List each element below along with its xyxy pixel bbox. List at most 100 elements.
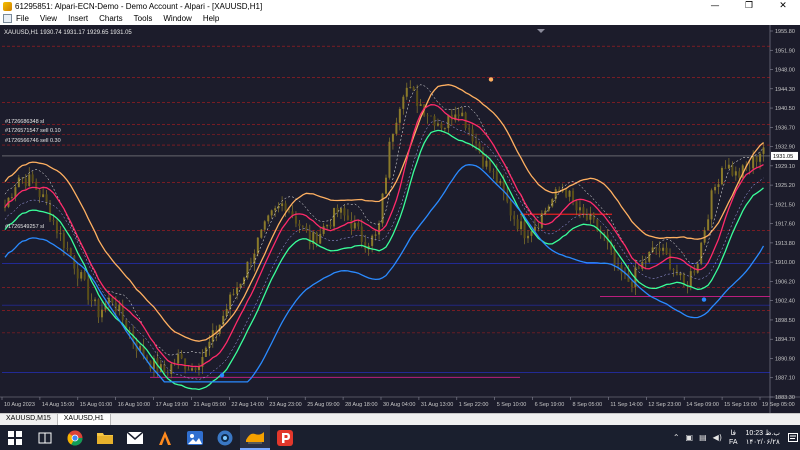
candle-body: [194, 368, 197, 371]
x-tick-label: 14 Aug 15:00: [42, 402, 74, 408]
y-tick-label: 1951.90: [775, 48, 795, 54]
x-tick-label: 11 Sep 14:00: [610, 402, 642, 408]
candle-body: [443, 128, 446, 129]
upper-dot-marker: [488, 77, 494, 82]
clipboard-icon[interactable]: ▣: [686, 433, 694, 442]
language-indicator[interactable]: فا FA: [729, 429, 738, 447]
chart-canvas[interactable]: 1955.80 1951.90 1948.00 1944.30 1940.50 1936.…: [0, 25, 800, 413]
candle-body: [177, 354, 180, 364]
menu-charts[interactable]: Charts: [99, 14, 123, 23]
start-button[interactable]: [0, 425, 30, 450]
camera-app-icon: [217, 430, 233, 445]
candle-body: [419, 104, 422, 106]
candle-body: [520, 221, 523, 230]
candle-body: [360, 226, 363, 242]
menu-help[interactable]: Help: [203, 14, 219, 23]
candle-body: [385, 177, 387, 194]
candle-body: [83, 272, 86, 280]
mail-icon: [127, 431, 143, 444]
candle-body: [52, 220, 55, 222]
candle-body: [752, 156, 755, 169]
candle-body: [42, 194, 45, 198]
candle-body: [346, 215, 349, 220]
chrome-button[interactable]: [60, 425, 90, 450]
candle-body: [204, 347, 207, 357]
clock[interactable]: 10:23 ب.ظ ۱۴۰۲/۰۶/۲۸: [746, 429, 780, 447]
alpari-icon: [246, 431, 264, 444]
candle-body: [568, 190, 571, 197]
candle-body: [457, 114, 460, 117]
candle-body: [582, 207, 585, 214]
candle-body: [630, 281, 633, 288]
metatrader-button[interactable]: [240, 425, 270, 450]
candle-body: [398, 108, 401, 123]
tab-xauusd-m15[interactable]: XAUUSD,M15: [0, 414, 58, 425]
candle-body: [329, 224, 332, 227]
candle-body: [87, 279, 90, 300]
tab-xauusd-h1[interactable]: XAUUSD,H1: [57, 414, 111, 425]
candle-body: [527, 235, 530, 239]
candle-body: [45, 194, 48, 203]
candle-body: [578, 207, 581, 211]
candle-body: [284, 203, 287, 211]
x-tick-label: 25 Aug 09:00: [307, 402, 339, 408]
chevron-up-icon[interactable]: ⌃: [673, 433, 680, 442]
x-tick-label: 1 Sep 22:00: [459, 402, 489, 408]
candle-body: [59, 233, 62, 235]
y-tick-label: 1917.60: [775, 222, 795, 228]
y-tick-label: 1936.70: [775, 125, 795, 131]
lower-dot-marker: [219, 373, 225, 378]
candle-body: [170, 364, 173, 375]
menu-tools[interactable]: Tools: [134, 14, 153, 23]
candle-body: [80, 272, 83, 279]
candle-body: [575, 201, 578, 211]
candle-body: [707, 219, 710, 231]
candle-body: [648, 251, 651, 262]
candle-body: [66, 248, 69, 249]
language-native: فا: [730, 429, 736, 437]
network-icon[interactable]: ▤: [699, 433, 707, 442]
candle-body: [24, 177, 27, 187]
letter-a-icon: [159, 430, 171, 445]
app-a-button[interactable]: [150, 425, 180, 450]
menu-file[interactable]: File: [16, 14, 29, 23]
close-button[interactable]: ✕: [766, 0, 800, 12]
candle-body: [232, 293, 235, 295]
notification-button[interactable]: [786, 425, 800, 450]
app-camera-button[interactable]: [210, 425, 240, 450]
mail-button[interactable]: [120, 425, 150, 450]
file-explorer-button[interactable]: [90, 425, 120, 450]
x-tick-label: 15 Sep 19:00: [724, 402, 757, 408]
candle-body: [748, 167, 751, 169]
y-tick-label: 1921.50: [775, 202, 795, 208]
candle-body: [35, 181, 38, 190]
mt4-app-icon: [3, 1, 12, 11]
chart-window-icon[interactable]: [3, 14, 12, 23]
y-tick-label: 1944.30: [775, 87, 795, 93]
windows-icon: [8, 430, 22, 445]
app-p-button[interactable]: [270, 425, 300, 450]
minimize-button[interactable]: —: [698, 0, 732, 12]
candle-body: [69, 248, 72, 256]
x-tick-label: 19 Sep 05:00: [762, 402, 795, 408]
candle-body: [523, 221, 526, 239]
menu-insert[interactable]: Insert: [68, 14, 88, 23]
candle-body: [374, 234, 377, 236]
x-tick-label: 17 Aug 19:00: [156, 402, 188, 408]
menu-view[interactable]: View: [40, 14, 57, 23]
app-image-button[interactable]: [180, 425, 210, 450]
speaker-icon[interactable]: ◀): [713, 433, 722, 442]
candle-body: [281, 203, 284, 207]
task-view-button[interactable]: [30, 425, 60, 450]
lower-dot-marker-2: [701, 297, 707, 302]
menu-window[interactable]: Window: [163, 14, 191, 23]
maximize-button[interactable]: ❐: [732, 0, 766, 12]
x-tick-label: 22 Aug 14:00: [231, 402, 263, 408]
candle-body: [187, 369, 190, 371]
current-price-label: 1931.05: [773, 154, 793, 160]
candle-body: [308, 230, 311, 244]
candle-body: [326, 224, 329, 227]
candle-body: [717, 184, 720, 188]
price-chart[interactable]: 1955.80 1951.90 1948.00 1944.30 1940.50 1936.…: [0, 25, 800, 413]
y-tick-label: 1906.20: [775, 279, 795, 285]
